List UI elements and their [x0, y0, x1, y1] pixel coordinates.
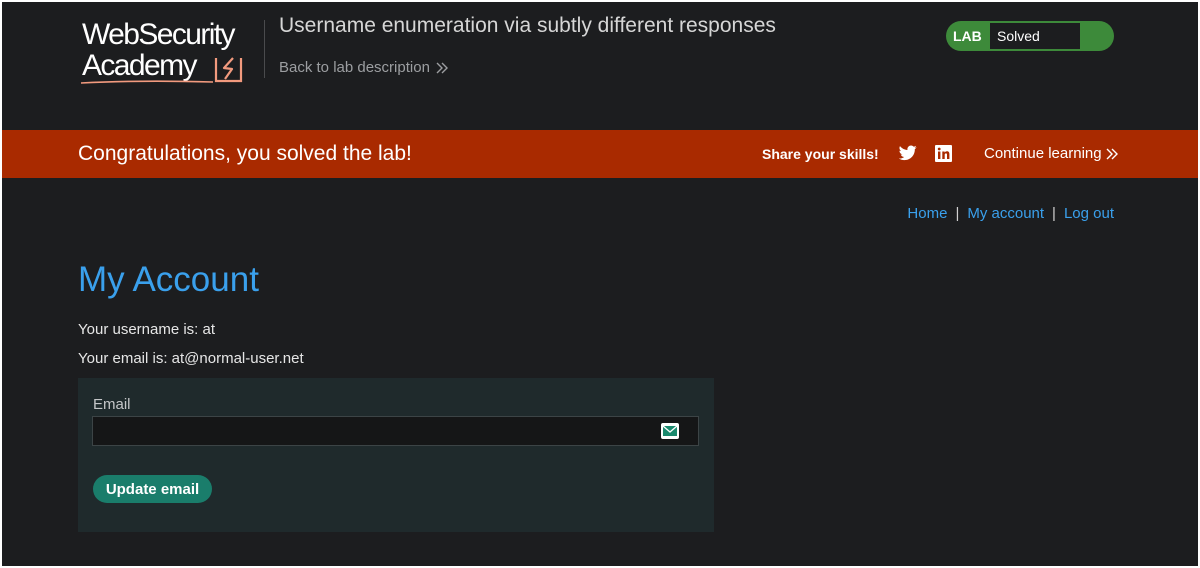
- page-frame: WebSecurity Academy Username enumeration…: [2, 2, 1198, 566]
- lab-status-badge: LAB Solved: [946, 21, 1114, 51]
- logo-bolt-icon: [214, 57, 243, 83]
- back-to-lab-description-link[interactable]: Back to lab description: [279, 59, 448, 76]
- share-skills-label: Share your skills!: [762, 146, 879, 162]
- twitter-icon[interactable]: [899, 145, 917, 161]
- lab-title: Username enumeration via subtly differen…: [279, 14, 776, 37]
- lab-tag: LAB: [953, 28, 982, 44]
- update-email-button[interactable]: Update email: [93, 475, 212, 503]
- logo-line-2: Academy: [82, 49, 197, 82]
- double-chevron-right-icon: [1106, 148, 1118, 159]
- email-input[interactable]: [92, 416, 699, 446]
- continue-learning-link[interactable]: Continue learning: [984, 145, 1118, 162]
- nav-log-out-link[interactable]: Log out: [1064, 205, 1114, 222]
- nav-home-link[interactable]: Home: [907, 205, 947, 222]
- lab-status-text: Solved: [990, 23, 1080, 49]
- username-info: Your username is: at: [78, 321, 216, 338]
- email-field-label: Email: [93, 396, 131, 413]
- account-nav: Home | My account | Log out: [907, 205, 1114, 222]
- header-divider: [264, 20, 265, 78]
- change-email-form: Email Update email: [78, 378, 714, 532]
- nav-separator: |: [955, 205, 960, 222]
- email-autofill-icon[interactable]: [661, 423, 679, 439]
- congratulations-message: Congratulations, you solved the lab!: [78, 142, 412, 165]
- page-title: My Account: [78, 260, 259, 299]
- nav-my-account-link[interactable]: My account: [967, 205, 1044, 222]
- double-chevron-right-icon: [436, 62, 448, 73]
- linkedin-icon[interactable]: [935, 145, 952, 162]
- email-info: Your email is: at@normal-user.net: [78, 350, 304, 367]
- logo-underline-icon: [80, 80, 214, 84]
- web-security-academy-logo[interactable]: WebSecurity Academy: [78, 18, 264, 88]
- logo-line-1: WebSecurity: [82, 18, 236, 51]
- back-link-label: Back to lab description: [279, 59, 430, 76]
- continue-learning-label: Continue learning: [984, 145, 1102, 162]
- solved-banner: Congratulations, you solved the lab! Sha…: [2, 130, 1198, 178]
- nav-separator: |: [1052, 205, 1056, 222]
